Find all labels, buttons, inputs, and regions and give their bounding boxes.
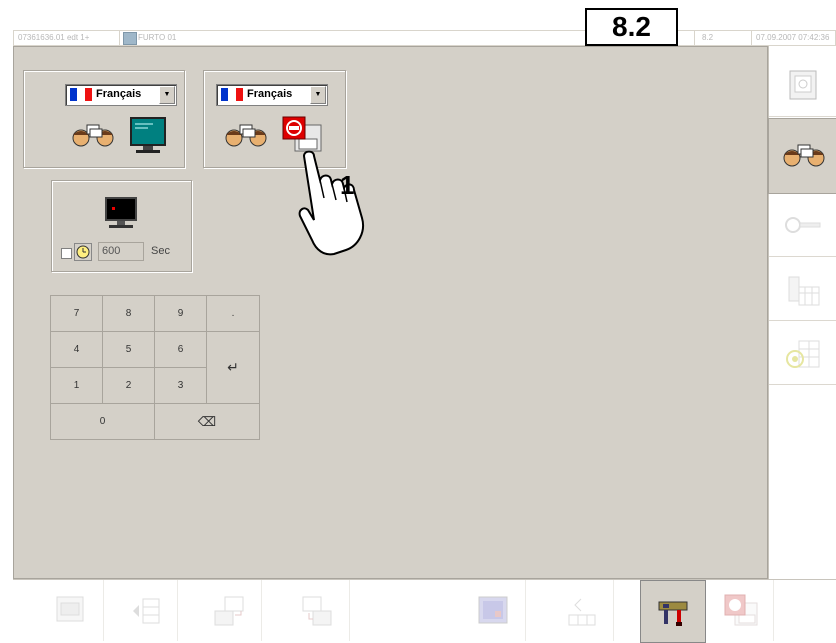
datetime-text: 07.09.2007 07:42:36	[756, 33, 830, 42]
main-panel: Français ▼ Français ▼ 600 Sec 7 8 9 . 4 …	[13, 46, 768, 579]
language-label: Français	[96, 88, 142, 100]
bottom-toolbar	[13, 579, 836, 643]
sidebar-tab-maintenance[interactable]	[769, 258, 836, 321]
machine-data-icon	[56, 596, 84, 621]
sidebar-tab-access[interactable]	[769, 194, 836, 257]
bottom-button-alarms[interactable]	[709, 580, 774, 641]
bottom-button-program-edit[interactable]	[113, 580, 178, 641]
timeout-unit-label: Sec	[151, 245, 170, 257]
flag-france-icon	[70, 88, 92, 101]
key-8[interactable]: 8	[102, 295, 155, 332]
numeric-keypad: 7 8 9 . 4 5 6 ↵ 1 2 3 0 ⌫	[50, 295, 261, 445]
key-9[interactable]: 9	[154, 295, 207, 332]
flag-france-icon	[221, 88, 243, 101]
target-grid-icon	[786, 340, 820, 368]
title-bar: 07361636.01 edt 1+ FURTO 01 8.2 07.09.20…	[13, 30, 836, 46]
timeout-input[interactable]: 600	[98, 242, 144, 261]
key-4[interactable]: 4	[50, 331, 103, 368]
screensaver-group: 600 Sec	[51, 180, 192, 272]
chevron-down-icon[interactable]: ▼	[159, 86, 175, 104]
key-2[interactable]: 2	[102, 367, 155, 404]
right-sidebar	[768, 46, 836, 579]
program-transfer-icon	[214, 596, 244, 625]
bottom-button-program-transfer[interactable]	[197, 580, 262, 641]
screensaver-checkbox[interactable]	[61, 248, 72, 259]
safe-icon	[789, 70, 817, 100]
alarm-stop-icon	[724, 594, 758, 625]
clock-icon	[74, 243, 92, 261]
sidebar-tab-language[interactable]	[768, 118, 836, 194]
sheet-transfer-icon	[568, 598, 596, 625]
bottom-button-machine-data[interactable]	[39, 580, 104, 641]
language-group-interface: Français ▼	[23, 70, 185, 168]
key-3[interactable]: 3	[154, 367, 207, 404]
graphics-icon	[478, 596, 508, 623]
monitor-teal-icon	[130, 117, 166, 153]
program-name-text: FURTO 01	[138, 33, 177, 42]
key-backspace[interactable]: ⌫	[154, 403, 260, 440]
key-5[interactable]: 5	[102, 331, 155, 368]
program-edit-icon	[133, 598, 160, 623]
bottom-button-graphics[interactable]	[461, 580, 526, 641]
key-7[interactable]: 7	[50, 295, 103, 332]
figure-label: 8.2	[585, 8, 678, 46]
pointing-hand-icon	[298, 150, 364, 256]
machine-id-text: 07361636.01 edt 1+	[18, 33, 90, 42]
tools-icon	[658, 601, 688, 626]
lubricant-calendar-icon	[788, 276, 820, 306]
key-enter[interactable]: ↵	[206, 331, 260, 404]
bottom-button-tools[interactable]	[640, 580, 706, 643]
sidebar-tab-safe[interactable]	[769, 54, 836, 117]
language-label: Français	[247, 88, 293, 100]
people-chat-icon	[72, 124, 114, 147]
key-0[interactable]: 0	[50, 403, 155, 440]
key-icon	[785, 217, 821, 233]
bottom-button-sheet-transfer[interactable]	[549, 580, 614, 641]
people-chat-icon	[225, 124, 267, 147]
program-icon	[123, 32, 137, 45]
bottom-button-program-load[interactable]	[285, 580, 350, 641]
key-1[interactable]: 1	[50, 367, 103, 404]
key-6[interactable]: 6	[154, 331, 207, 368]
key-decimal[interactable]: .	[206, 295, 260, 332]
callout-number: 1	[340, 170, 355, 200]
language-select-messages[interactable]: Français ▼	[216, 84, 328, 106]
status-text: 8.2	[702, 33, 714, 42]
people-chat-icon	[783, 144, 824, 167]
language-select-interface[interactable]: Français ▼	[65, 84, 177, 106]
program-load-icon	[302, 596, 332, 625]
monitor-black-icon	[105, 197, 137, 228]
alarm-stop-icon	[282, 116, 322, 152]
chevron-down-icon[interactable]: ▼	[310, 86, 326, 104]
sidebar-tab-calibration[interactable]	[769, 322, 836, 385]
